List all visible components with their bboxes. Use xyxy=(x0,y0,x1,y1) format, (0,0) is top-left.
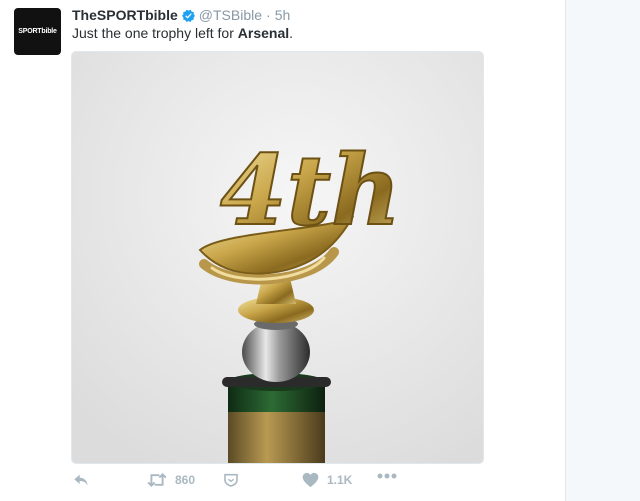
avatar[interactable]: SPORTbible xyxy=(14,8,61,55)
user-handle[interactable]: @TSBible xyxy=(199,6,262,24)
tweet-media-image[interactable]: 4th xyxy=(71,51,484,464)
retweet-button[interactable]: 860 xyxy=(147,472,195,488)
tweet-header: TheSPORTbible @TSBible · 5h xyxy=(72,6,290,24)
like-button[interactable]: 1.1K xyxy=(302,472,352,488)
shield-icon xyxy=(224,473,238,487)
more-options-button[interactable] xyxy=(377,472,397,480)
trophy-photo: 4th xyxy=(72,52,483,463)
tweet-timestamp[interactable]: 5h xyxy=(275,6,291,24)
heart-icon xyxy=(302,472,319,488)
retweet-icon xyxy=(147,473,167,487)
retweet-count: 860 xyxy=(175,473,196,487)
tweet-text-before: Just the one trophy left for xyxy=(72,25,238,41)
tweet-text-bold: Arsenal xyxy=(237,25,290,41)
trophy-engraving: 4th xyxy=(220,134,401,247)
tweet-actions: 860 1.1K xyxy=(72,472,412,494)
reply-button[interactable] xyxy=(72,472,90,488)
more-dots-icon xyxy=(377,473,397,479)
verified-badge-icon xyxy=(181,8,196,23)
reply-icon xyxy=(74,474,88,486)
tweet-text: Just the one trophy left for Arsenal. xyxy=(72,24,293,42)
moments-button[interactable] xyxy=(223,472,239,488)
tweet-text-after: . xyxy=(289,25,294,41)
tweet-card[interactable]: SPORTbible TheSPORTbible @TSBible · 5h J… xyxy=(0,0,566,501)
separator-dot: · xyxy=(266,7,271,23)
like-count: 1.1K xyxy=(327,473,353,487)
timeline-gutter xyxy=(566,0,640,501)
display-name[interactable]: TheSPORTbible xyxy=(72,6,178,24)
avatar-logo-text: SPORTbible xyxy=(18,28,57,35)
